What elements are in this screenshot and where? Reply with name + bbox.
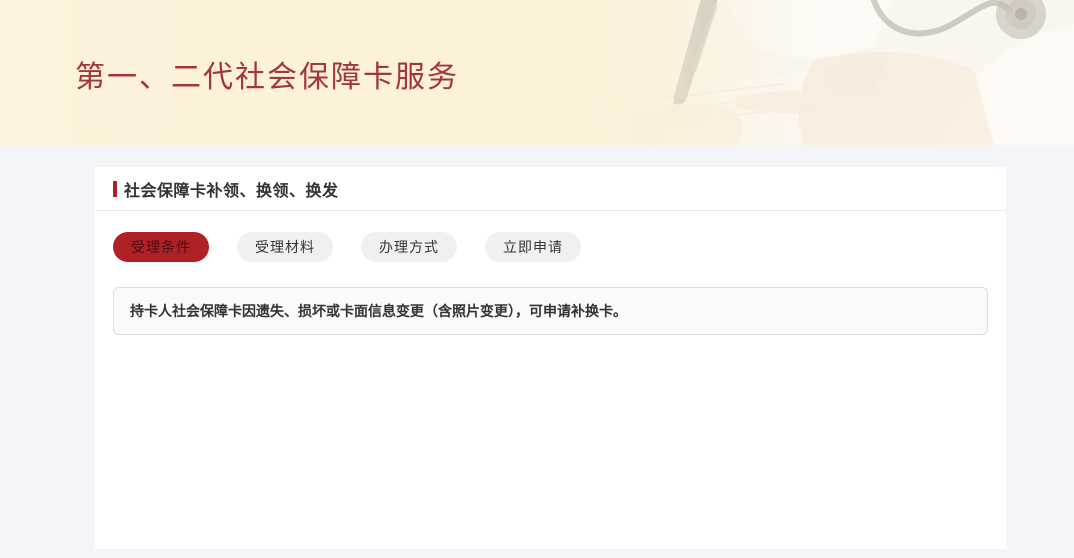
tab-list: 受理条件受理材料办理方式立即申请 [95, 232, 1006, 262]
section-marker-bar [113, 181, 117, 197]
banner-photo-doctor-hands [574, 0, 1074, 145]
tab-item[interactable]: 立即申请 [485, 232, 581, 262]
tab-item[interactable]: 受理材料 [237, 232, 333, 262]
content-text: 持卡人社会保障卡因遗失、损坏或卡面信息变更（含照片变更），可申请补换卡。 [130, 303, 627, 319]
tab-item[interactable]: 办理方式 [361, 232, 457, 262]
card-header: 社会保障卡补领、换领、换发 [95, 167, 1006, 211]
tab-content-panel: 持卡人社会保障卡因遗失、损坏或卡面信息变更（含照片变更），可申请补换卡。 [113, 287, 988, 335]
page-title: 第一、二代社会保障卡服务 [75, 52, 459, 96]
section-title: 社会保障卡补领、换领、换发 [124, 177, 339, 201]
service-card: 社会保障卡补领、换领、换发 受理条件受理材料办理方式立即申请 持卡人社会保障卡因… [95, 167, 1006, 549]
tab-item[interactable]: 受理条件 [113, 232, 209, 262]
banner: 第一、二代社会保障卡服务 [0, 0, 1074, 145]
